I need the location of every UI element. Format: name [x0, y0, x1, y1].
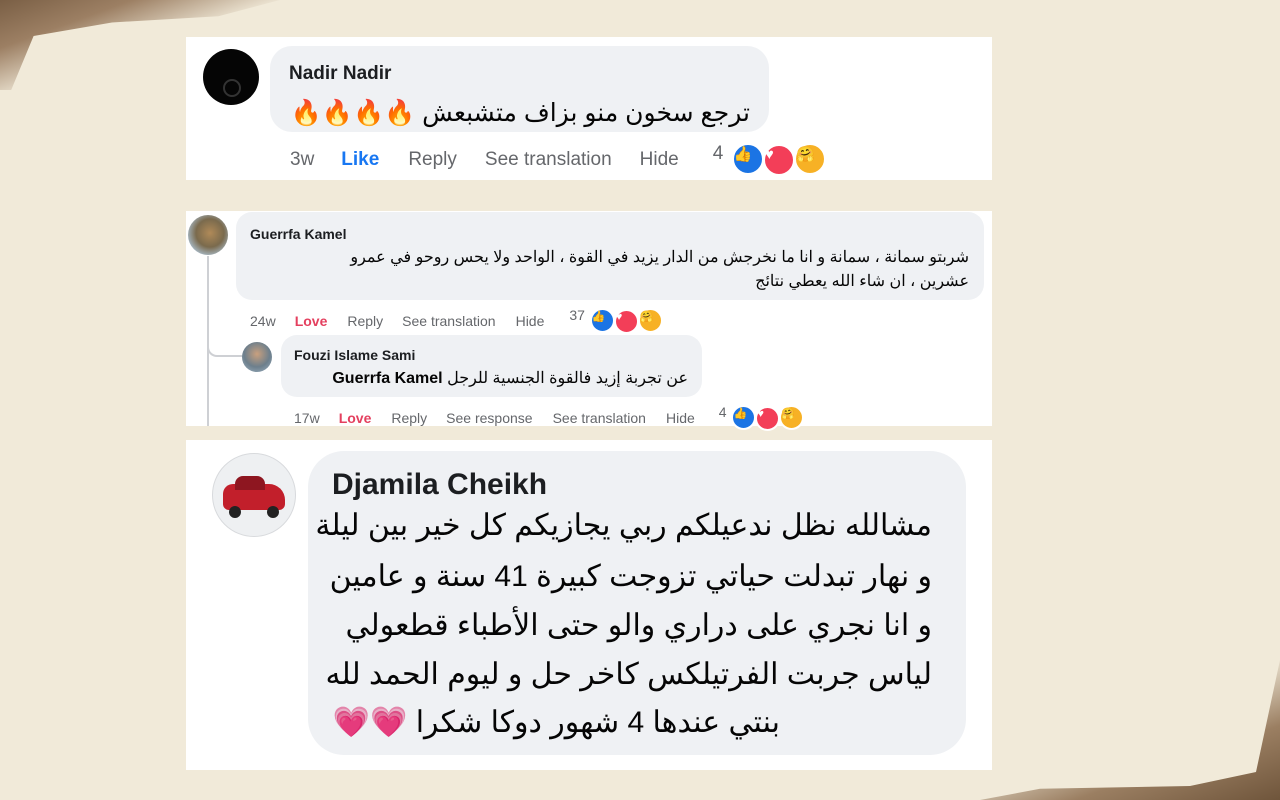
thumbs-up-icon: 👍: [731, 143, 764, 175]
reaction-count: 4: [712, 143, 724, 164]
hide-button[interactable]: Hide: [640, 149, 679, 171]
torn-paper-edge-bottom-right: [980, 660, 1280, 800]
comment-card-guerrfa: Guerrfa Kamel شربتو سمانة ، سمانة و انا …: [186, 211, 992, 431]
comment-bubble: Nadir Nadir ترجع سخون منو بزاف متشبعش 🔥🔥…: [270, 46, 769, 132]
see-translation-button[interactable]: See translation: [402, 313, 495, 329]
comment-text-line-2: عشرين ، ان شاء الله يعطي نتائج: [755, 273, 969, 290]
timestamp[interactable]: 17w: [294, 410, 320, 426]
love-button[interactable]: Love: [339, 410, 372, 426]
avatar[interactable]: [203, 49, 259, 105]
reply-bubble: Fouzi Islame Sami عن تجربة إزيد فالقوة ا…: [281, 335, 702, 397]
reaction-count: 37: [569, 307, 585, 323]
hide-button[interactable]: Hide: [516, 313, 545, 329]
reply-button[interactable]: Reply: [408, 149, 457, 171]
thread-connector: [207, 331, 243, 357]
care-hug-icon: 🤗: [637, 308, 663, 333]
see-translation-button[interactable]: See translation: [553, 410, 646, 426]
comment-text-line-5: بنتي عندها 4 شهور دوكا شكرا 💗💗: [332, 706, 780, 739]
reply-text-body: عن تجربة إزيد فالقوة الجنسية للرجل: [447, 370, 688, 387]
comment-card-nadir: Nadir Nadir ترجع سخون منو بزاف متشبعش 🔥🔥…: [186, 37, 992, 180]
reply-actions: 17w Love Reply See response See translat…: [294, 404, 805, 431]
comment-text-line-1: شربتو سمانة ، سمانة و انا ما نخرجش من ال…: [350, 249, 969, 266]
heart-icon: ♥: [613, 309, 639, 334]
comment-card-djamila: Djamila Cheikh مشالله نظل ندعيلكم ربي يج…: [186, 440, 992, 770]
comment-text-line-2: و نهار تبدلت حياتي تزوجت كبيرة 41 سنة و …: [329, 560, 932, 593]
comment-actions: 24w Love Reply See translation Hide 37 👍…: [250, 307, 663, 334]
comment-author[interactable]: Guerrfa Kamel: [250, 226, 346, 242]
care-hug-icon: 🤗: [794, 143, 827, 175]
comment-text: ترجع سخون منو بزاف متشبعش 🔥🔥🔥🔥: [290, 99, 750, 127]
reaction-count: 4: [718, 404, 727, 420]
comment-bubble: Djamila Cheikh مشالله نظل ندعيلكم ربي يج…: [308, 451, 966, 755]
timestamp[interactable]: 24w: [250, 313, 276, 329]
reaction-summary[interactable]: 4 👍 ♥ 🤗: [712, 143, 827, 176]
comment-author[interactable]: Nadir Nadir: [289, 63, 391, 85]
comment-actions: 3w Like Reply See translation Hide 4 👍 ♥…: [290, 143, 827, 176]
reply-button[interactable]: Reply: [391, 410, 427, 426]
comment-text-line-3: و انا نجري على دراري والو حتى الأطباء قط…: [345, 609, 932, 642]
hide-button[interactable]: Hide: [666, 410, 695, 426]
timestamp[interactable]: 3w: [290, 149, 314, 171]
comment-bubble: Guerrfa Kamel شربتو سمانة ، سمانة و انا …: [236, 212, 984, 300]
reply-author[interactable]: Fouzi Islame Sami: [294, 347, 415, 363]
like-button[interactable]: Like: [341, 149, 379, 171]
comment-text-line-4: لياس جربت الفرتيلكس كاخر حل و ليوم الحمد…: [325, 658, 932, 691]
reaction-summary[interactable]: 37 👍 ♥ 🤗: [569, 307, 663, 334]
comment-author[interactable]: Djamila Cheikh: [332, 468, 547, 502]
see-response-button[interactable]: See response: [446, 410, 532, 426]
reply-avatar[interactable]: [242, 342, 272, 372]
thumbs-up-icon: 👍: [731, 405, 757, 430]
reply-text: عن تجربة إزيد فالقوة الجنسية للرجل Guerr…: [332, 368, 688, 388]
comment-text-line-1: مشالله نظل ندعيلكم ربي يجازيكم كل خير بي…: [315, 509, 932, 542]
thumbs-up-icon: 👍: [589, 308, 615, 333]
avatar[interactable]: [212, 453, 296, 537]
love-button[interactable]: Love: [295, 313, 328, 329]
heart-icon: ♥: [755, 406, 781, 431]
mention-link[interactable]: Guerrfa Kamel: [332, 370, 442, 387]
care-hug-icon: 🤗: [779, 405, 805, 430]
reply-button[interactable]: Reply: [347, 313, 383, 329]
heart-icon: ♥: [762, 144, 795, 176]
see-translation-button[interactable]: See translation: [485, 149, 612, 171]
reaction-summary[interactable]: 4 👍 ♥ 🤗: [718, 404, 805, 431]
avatar[interactable]: [188, 215, 228, 255]
